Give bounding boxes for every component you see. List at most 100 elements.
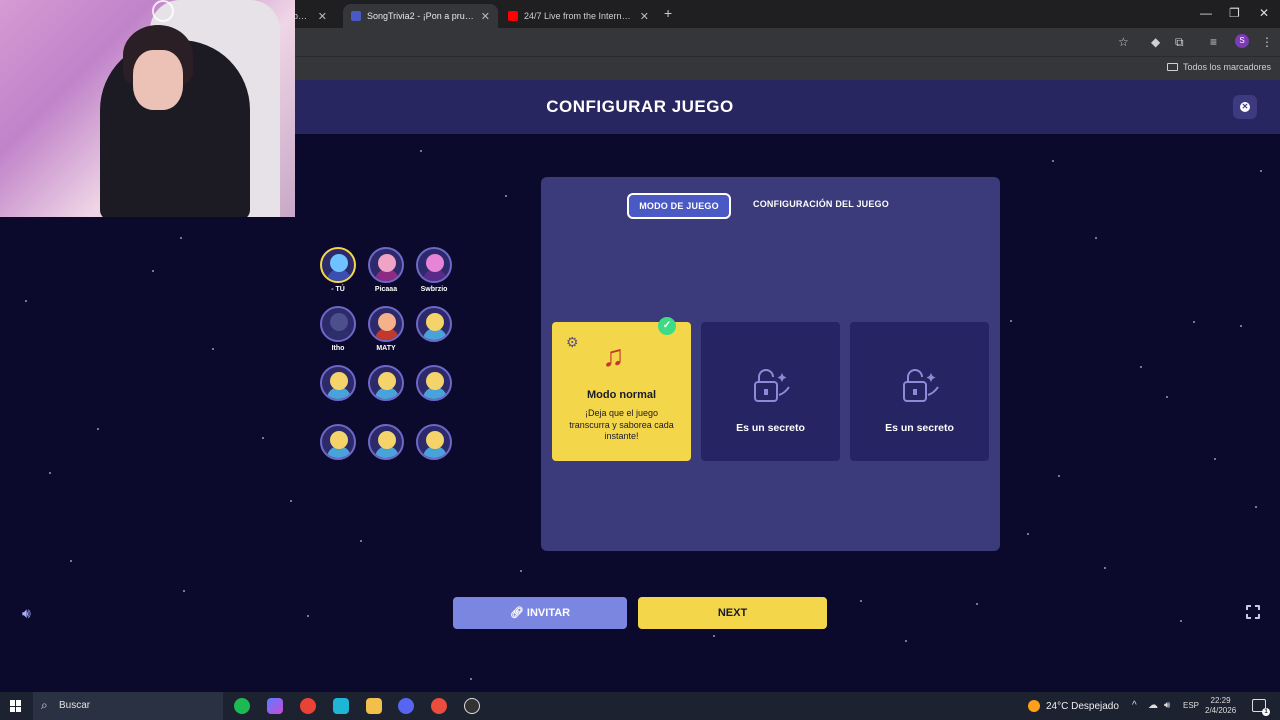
fullscreen-icon[interactable] [1245,604,1261,620]
mode-title: Modo normal [586,389,657,401]
copilot-icon[interactable] [267,698,283,714]
mode-secret-card: Es un secreto [701,322,840,461]
link-icon: 🔗︎ [509,607,527,619]
chrome-icon[interactable] [300,698,316,714]
star [1180,620,1182,622]
star [1104,567,1106,569]
language-indicator[interactable]: ESP [1183,701,1199,710]
avatar [368,365,404,401]
obs-icon[interactable] [464,698,480,714]
weather-widget[interactable]: 24°C Despejado [1028,700,1119,712]
volume-icon[interactable]: 🔊︎ [1164,700,1170,711]
close-tab-icon[interactable]: ✕ [318,10,327,23]
windows-start-icon[interactable] [10,700,22,712]
player-slot: Swbrzio [410,247,458,293]
close-tab-icon[interactable]: ✕ [481,10,490,23]
mode-secret-card: Es un secreto [850,322,989,461]
extension-icon[interactable]: ◆ [1151,35,1160,49]
bookmark-star-icon[interactable]: ☆ [1118,35,1129,49]
folder-icon[interactable] [366,698,382,714]
avatar [416,306,452,342]
browser-tab[interactable]: 24/7 Live from the International ✕ [500,4,657,28]
notifications-icon[interactable]: 1 [1252,699,1270,716]
avatar [368,247,404,283]
next-button[interactable]: NEXT [638,597,827,629]
star [49,472,51,474]
star [713,635,715,637]
avatar [320,424,356,460]
player-slot: Picaaa [362,247,410,293]
app-icon[interactable] [333,698,349,714]
all-bookmarks[interactable]: Todos los marcadores [1166,62,1271,72]
star [905,640,907,642]
mode-normal-card[interactable]: ⚙ ✓ ♫ Modo normal ¡Deja que el juego tra… [552,317,691,461]
star [152,270,154,272]
media-icon[interactable]: ≡ [1210,35,1217,49]
avatar-head [378,431,396,449]
close-window-icon[interactable]: ✕ [1259,6,1269,20]
avatar-head [378,254,396,272]
invite-button[interactable]: 🔗︎ INVITAR [453,597,627,629]
discord-icon[interactable] [398,698,414,714]
avatar-head [330,431,348,449]
unlock-icon [903,369,939,402]
star [1255,506,1257,508]
webcam-face [133,50,183,110]
weather-icon [1028,700,1040,712]
tab-title: SongTrivia2 - ¡Pon a prueba tus [367,11,475,21]
avatar-head [378,313,396,331]
clock[interactable]: 22:29 2/4/2026 [1205,696,1236,716]
star [1052,160,1054,162]
star [262,437,264,439]
speaker-icon[interactable]: 🔊︎ [22,605,31,622]
folder-icon [1166,63,1178,71]
player-slot [314,365,362,404]
notification-count: 1 [1262,708,1270,716]
star [180,237,182,239]
music-note-icon: ♫ [602,340,625,373]
webcam-overlay [0,0,295,217]
star [97,428,99,430]
player-slot: MATY [362,306,410,352]
restore-icon[interactable]: ❐ [1229,6,1240,20]
chevron-up-icon[interactable]: ^ [1132,700,1137,711]
star [1214,458,1216,460]
gear-icon[interactable]: ⚙ [566,334,579,351]
player-name: - TÚ [331,286,345,293]
all-bookmarks-label: Todos los marcadores [1182,62,1271,72]
avatar-head [426,372,444,390]
minimize-icon[interactable]: — [1200,6,1212,20]
new-tab-button[interactable]: + [664,5,672,21]
browser-tab-active[interactable]: SongTrivia2 - ¡Pon a prueba tus ✕ [343,4,498,28]
puzzle-icon[interactable]: ⧉ [1175,35,1184,50]
unlock-icon [754,369,790,402]
search-icon: ⌕ [41,698,48,712]
tab-game-config[interactable]: CONFIGURACIÓN DEL JUEGO [741,193,901,219]
menu-icon[interactable]: ⋮ [1261,35,1273,49]
mode-description: ¡Deja que el juego transcurra y saborea … [569,408,674,441]
star [25,300,27,302]
player-slot [410,306,458,345]
spotify-icon[interactable] [234,698,250,714]
close-icon: ✕ [1240,102,1250,112]
star [360,540,362,542]
close-tab-icon[interactable]: ✕ [640,10,649,23]
tab-title: ba tus [293,11,312,21]
player-slot: Itho [314,306,362,352]
avatar-head [378,372,396,390]
profile-avatar[interactable]: S [1235,34,1249,48]
star [1058,475,1060,477]
windows-taskbar: ⌕ Buscar 24°C Despejado ^ ☁ 🔊︎ ESP 22:29… [0,692,1280,720]
player-name: MATY [376,345,396,352]
star [470,678,472,680]
avatar-head [426,313,444,331]
star [1010,320,1012,322]
avatar-head [330,254,348,272]
taskbar-search[interactable]: ⌕ Buscar [33,692,223,720]
tab-game-mode[interactable]: MODO DE JUEGO [627,193,731,219]
network-icon[interactable]: ☁ [1148,700,1158,711]
close-button[interactable]: ✕ [1233,95,1257,119]
star [290,500,292,502]
chrome-profile-icon[interactable] [431,698,447,714]
star [1140,366,1142,368]
